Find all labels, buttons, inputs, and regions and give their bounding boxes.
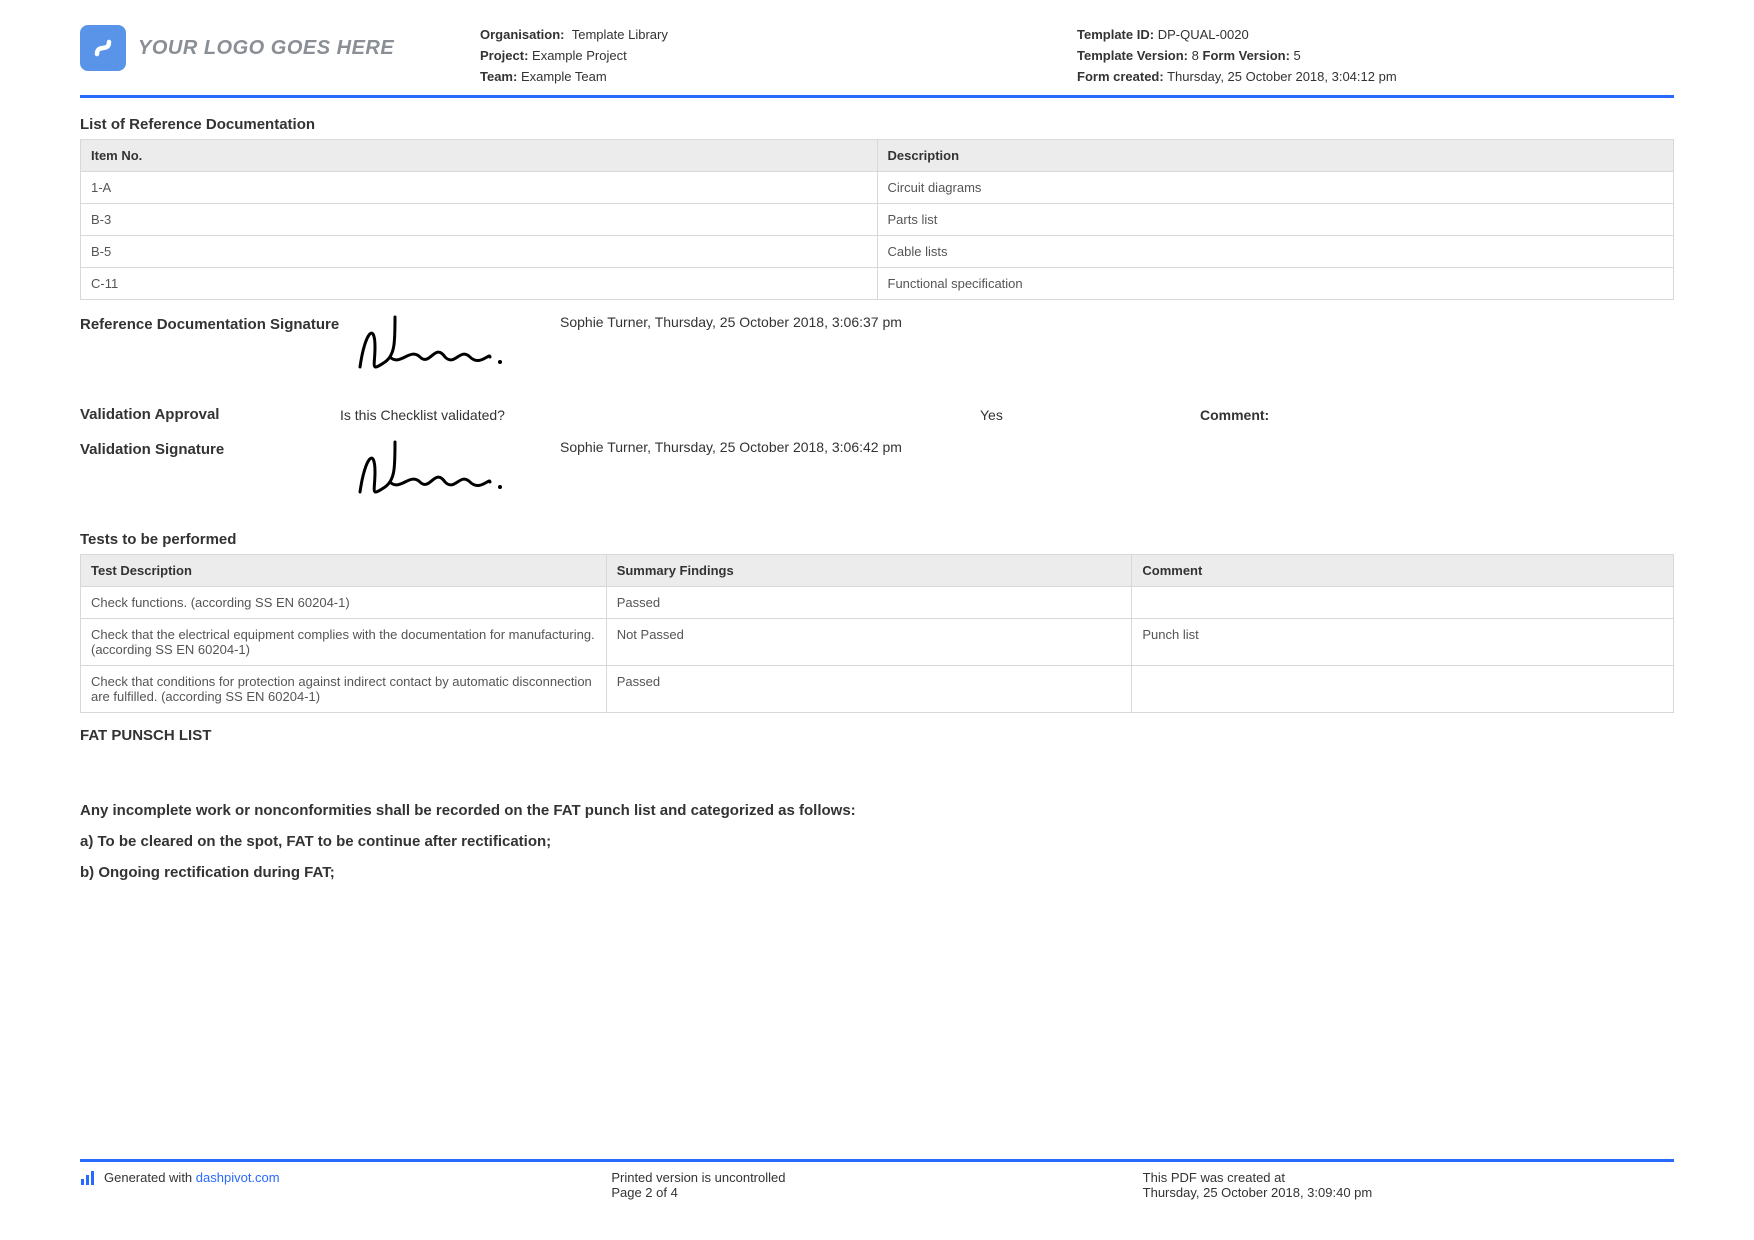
- table-row: Check that conditions for protection aga…: [81, 666, 1674, 713]
- punch-title: FAT PUNSCH LIST: [80, 727, 1674, 744]
- page-header: YOUR LOGO GOES HERE Organisation: Templa…: [80, 25, 1674, 98]
- project-label: Project:: [480, 48, 528, 63]
- form-ver-label: Form Version:: [1203, 48, 1290, 63]
- tests-col-comment: Comment: [1132, 555, 1674, 587]
- ref-sig-meta: Sophie Turner, Thursday, 25 October 2018…: [560, 312, 1674, 330]
- validation-answer: Yes: [980, 407, 1200, 423]
- tests-title: Tests to be performed: [80, 531, 1674, 548]
- tests-table: Test Description Summary Findings Commen…: [80, 554, 1674, 713]
- bar-chart-icon: [80, 1170, 96, 1186]
- table-row: Check functions. (according SS EN 60204-…: [81, 587, 1674, 619]
- footer-gen-prefix: Generated with: [104, 1170, 196, 1185]
- team-value: Example Team: [521, 69, 607, 84]
- page-footer: Generated with dashpivot.com Printed ver…: [80, 1159, 1674, 1200]
- logo-placeholder-text: YOUR LOGO GOES HERE: [138, 37, 394, 60]
- form-created-value: Thursday, 25 October 2018, 3:04:12 pm: [1167, 69, 1397, 84]
- validation-row: Validation Approval Is this Checklist va…: [80, 406, 1674, 423]
- val-sig-label: Validation Signature: [80, 437, 340, 460]
- ref-sig-row: Reference Documentation Signature Sophie…: [80, 312, 1674, 382]
- ref-col-desc: Description: [877, 140, 1674, 172]
- validation-question: Is this Checklist validated?: [340, 407, 980, 423]
- header-right: Template ID: DP-QUAL-0020 Template Versi…: [1077, 25, 1674, 87]
- footer-created-value: Thursday, 25 October 2018, 3:09:40 pm: [1143, 1185, 1674, 1200]
- header-middle: Organisation: Template Library Project: …: [480, 25, 1077, 87]
- val-sig-meta: Sophie Turner, Thursday, 25 October 2018…: [560, 437, 1674, 455]
- template-id-value: DP-QUAL-0020: [1158, 27, 1249, 42]
- val-sig-row: Validation Signature Sophie Turner, Thur…: [80, 437, 1674, 507]
- logo-icon: [80, 25, 126, 71]
- validation-label: Validation Approval: [80, 406, 340, 423]
- ref-docs-title: List of Reference Documentation: [80, 116, 1674, 133]
- template-ver-value: 8: [1192, 48, 1199, 63]
- header-left: YOUR LOGO GOES HERE: [80, 25, 480, 71]
- footer-right: This PDF was created at Thursday, 25 Oct…: [1143, 1170, 1674, 1200]
- ref-col-item: Item No.: [81, 140, 878, 172]
- org-value: Template Library: [572, 27, 668, 42]
- table-row: B-3Parts list: [81, 204, 1674, 236]
- template-id-label: Template ID:: [1077, 27, 1154, 42]
- table-row: C-11Functional specification: [81, 268, 1674, 300]
- form-created-label: Form created:: [1077, 69, 1164, 84]
- form-ver-value: 5: [1294, 48, 1301, 63]
- footer-page: Page 2 of 4: [611, 1185, 1142, 1200]
- org-label: Organisation:: [480, 27, 565, 42]
- template-ver-label: Template Version:: [1077, 48, 1188, 63]
- signature-icon: [340, 437, 560, 507]
- table-row: Check that the electrical equipment comp…: [81, 619, 1674, 666]
- punch-line3: b) Ongoing rectification during FAT;: [80, 864, 1674, 881]
- tests-col-desc: Test Description: [81, 555, 607, 587]
- table-row: 1-ACircuit diagrams: [81, 172, 1674, 204]
- footer-link[interactable]: dashpivot.com: [196, 1170, 280, 1185]
- signature-icon: [340, 312, 560, 382]
- project-value: Example Project: [532, 48, 627, 63]
- footer-created-label: This PDF was created at: [1143, 1170, 1674, 1185]
- tests-col-summary: Summary Findings: [606, 555, 1132, 587]
- punch-line2: a) To be cleared on the spot, FAT to be …: [80, 833, 1674, 850]
- footer-middle: Printed version is uncontrolled Page 2 o…: [611, 1170, 1142, 1200]
- punch-line1: Any incomplete work or nonconformities s…: [80, 802, 1674, 819]
- table-row: B-5Cable lists: [81, 236, 1674, 268]
- footer-uncontrolled: Printed version is uncontrolled: [611, 1170, 1142, 1185]
- validation-comment-label: Comment:: [1200, 407, 1269, 423]
- ref-sig-label: Reference Documentation Signature: [80, 312, 340, 335]
- team-label: Team:: [480, 69, 517, 84]
- ref-docs-table: Item No. Description 1-ACircuit diagrams…: [80, 139, 1674, 300]
- footer-left: Generated with dashpivot.com: [80, 1170, 611, 1200]
